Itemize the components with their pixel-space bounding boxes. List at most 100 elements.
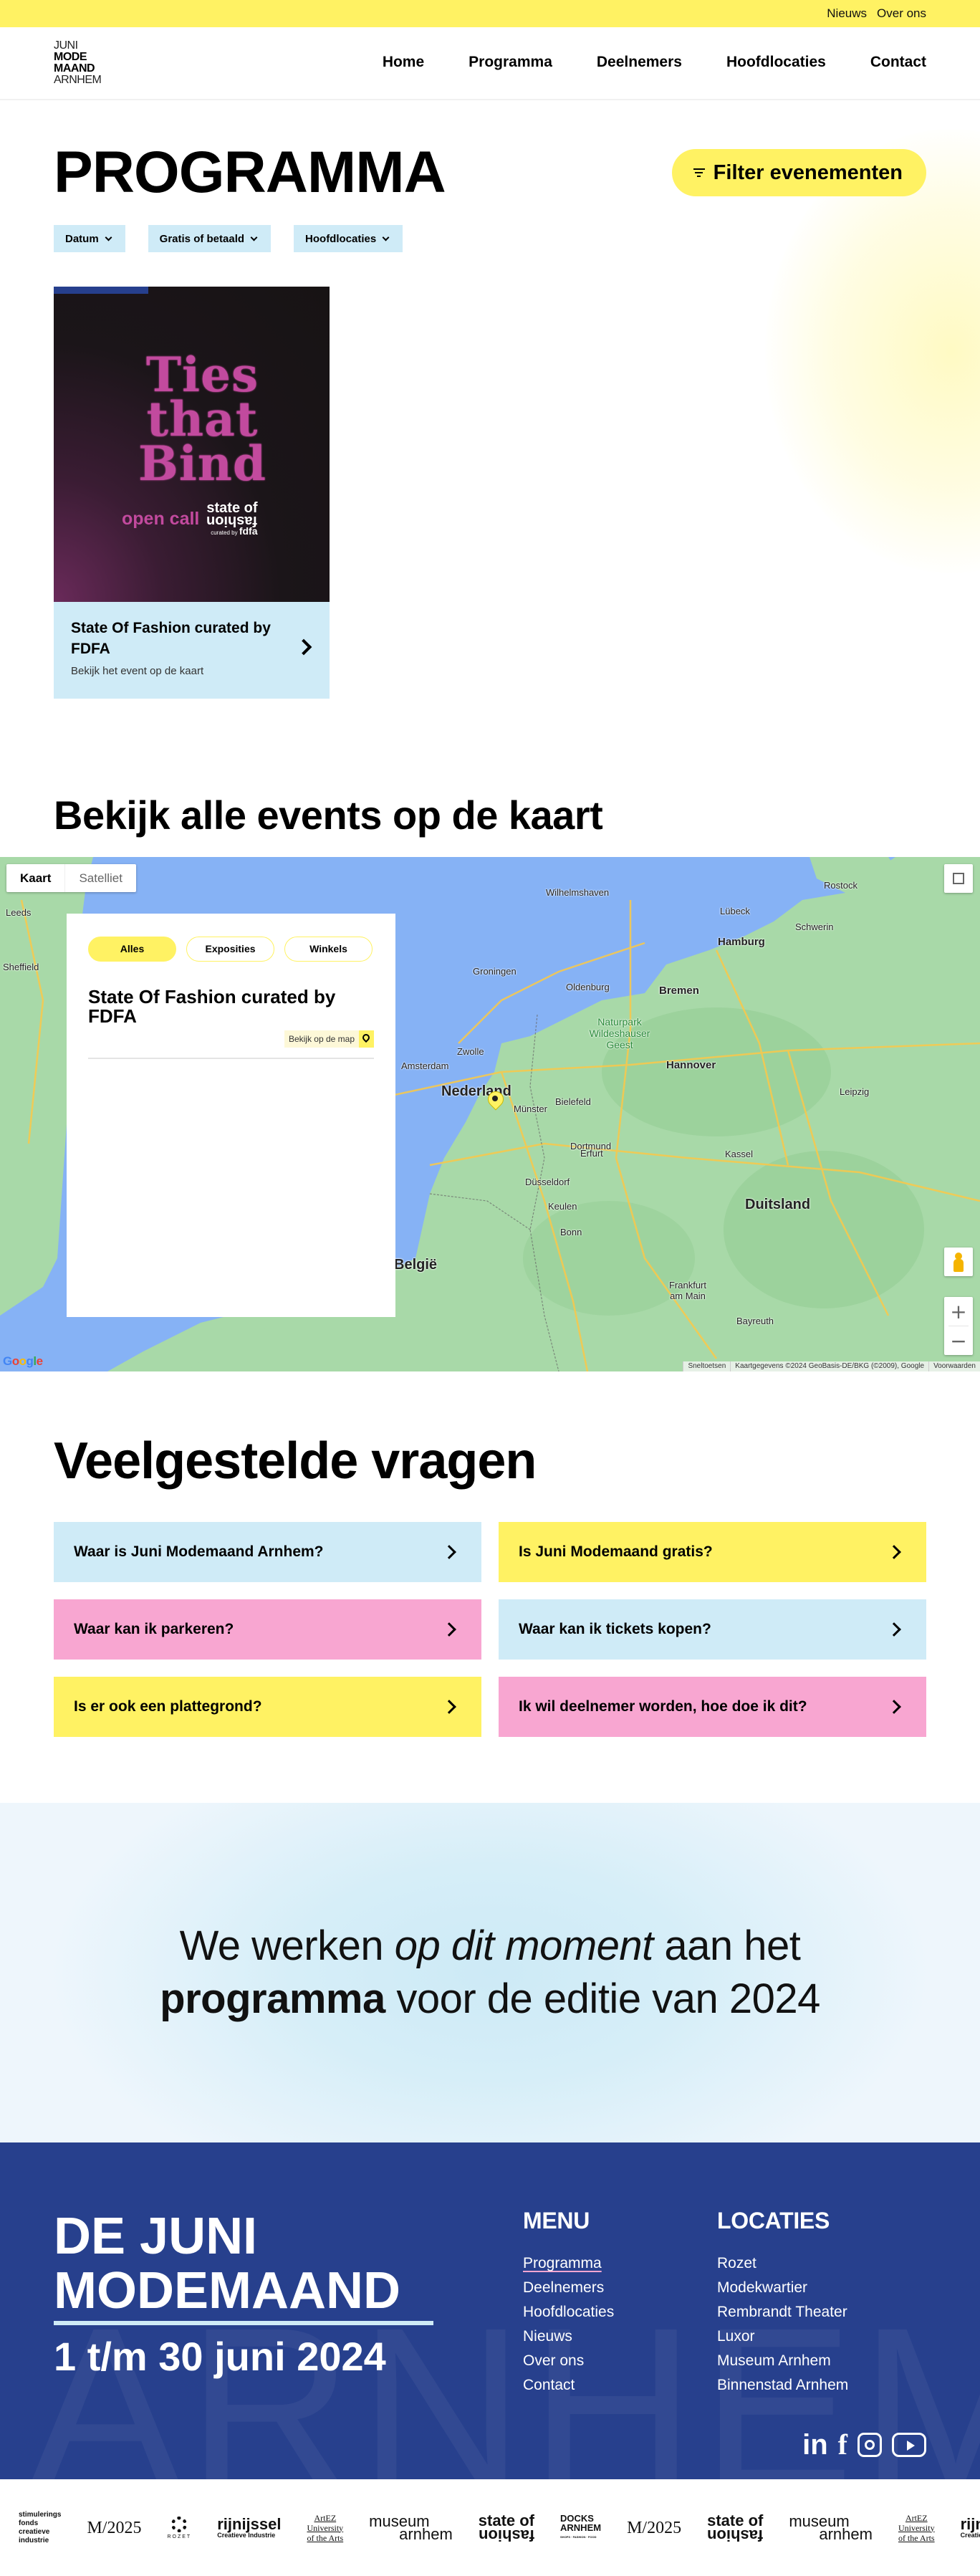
partner-logo-museum-arnhem[interactable]: museum arnhem — [789, 2513, 873, 2542]
filter-events-label: Filter evenementen — [713, 161, 903, 184]
footer-location-link[interactable]: Rozet — [717, 2251, 848, 2276]
partner-logo-rijnijssel[interactable]: rijnijsselCreatieve Industrie — [961, 2517, 980, 2539]
map-type-satelliet[interactable]: Satelliet — [64, 864, 135, 892]
social-links: in f — [802, 2431, 926, 2459]
faq-question: Waar is Juni Modemaand Arnhem? — [74, 1543, 324, 1560]
terms-link[interactable]: Voorwaarden — [928, 1361, 980, 1371]
map-type-kaart[interactable]: Kaart — [6, 864, 64, 892]
facebook-icon[interactable]: f — [838, 2431, 847, 2459]
footer-locaties: LOCATIES Rozet Modekwartier Rembrandt Th… — [717, 2208, 848, 2398]
nav-contact[interactable]: Contact — [870, 54, 926, 72]
poster-brand-flipped: fashion — [206, 513, 258, 529]
faq-item[interactable]: Ik wil deelnemer worden, hoe doe ik dit? — [499, 1677, 926, 1737]
topbar-link-over-ons[interactable]: Over ons — [877, 6, 926, 21]
footer-location-link[interactable]: Museum Arnhem — [717, 2349, 848, 2373]
footer-location-link[interactable]: Luxor — [717, 2324, 848, 2349]
notice-italic: op dit moment — [394, 1923, 654, 1969]
map-label-city: Kassel — [725, 1149, 754, 1159]
zoom-out-button[interactable]: − — [944, 1326, 973, 1355]
partner-logo-artez[interactable]: ArtEZ University of the Arts — [307, 2513, 344, 2543]
map-label-country: Duitsland — [745, 1197, 811, 1212]
nav-deelnemers[interactable]: Deelnemers — [597, 54, 682, 72]
faq-question: Is Juni Modemaand gratis? — [519, 1543, 713, 1560]
partner-logo-state-of-fashion[interactable]: state of fashion — [479, 2512, 534, 2544]
faq-item[interactable]: Is er ook een plattegrond? — [54, 1677, 481, 1737]
logo[interactable]: JUNI MODE MAAND ARNHEM — [54, 40, 102, 86]
map-label-city: Groningen — [473, 966, 517, 977]
partner-logo-state-of-fashion[interactable]: state of fashion — [707, 2512, 763, 2544]
nav-programma[interactable]: Programma — [466, 54, 554, 77]
map-marker-state-of-fashion[interactable] — [488, 1091, 502, 1111]
chevron-right-icon — [887, 1622, 901, 1637]
poster-open-call: open call — [122, 509, 200, 529]
page-title: PROGRAMMA — [54, 140, 446, 205]
faq-item[interactable]: Is Juni Modemaand gratis? — [499, 1522, 926, 1582]
map-attribution: Sneltoetsen Kaartgegevens ©2024 GeoBasis… — [683, 1361, 980, 1371]
events-map[interactable]: Nederland Duitsland België Hamburg Breme… — [0, 857, 980, 1371]
linkedin-icon[interactable]: in — [802, 2431, 828, 2459]
fullscreen-icon[interactable] — [944, 864, 973, 893]
partner-logo-museum-arnhem[interactable]: museum arnhem — [369, 2513, 453, 2542]
map-label-city: Rostock — [824, 880, 858, 891]
footer-link-contact[interactable]: Contact — [523, 2373, 614, 2398]
instagram-icon[interactable] — [858, 2433, 882, 2457]
main-nav: Home Programma Deelnemers Hoofdlocaties … — [383, 54, 926, 77]
partner-logo-rijnijssel[interactable]: rijnijsselCreatieve Industrie — [217, 2517, 281, 2539]
divider — [88, 1058, 374, 1059]
view-on-map-link[interactable]: Bekijk op de map — [88, 1030, 374, 1048]
map-type-toggle: Kaart Satelliet — [6, 864, 136, 892]
partner-logo-m2025[interactable]: M/2025 — [87, 2519, 141, 2537]
map-label-city: Sheffield — [3, 962, 39, 972]
faq-item[interactable]: Waar is Juni Modemaand Arnhem? — [54, 1522, 481, 1582]
filter-gratis-dropdown[interactable]: Gratis of betaald — [148, 225, 272, 252]
footer-link-deelnemers[interactable]: Deelnemers — [523, 2276, 614, 2300]
map-label-city: Wilhelmshaven — [546, 887, 610, 898]
partner-logo-rozet[interactable]: ROZET — [167, 2516, 191, 2539]
filter-datum-dropdown[interactable]: Datum — [54, 225, 125, 252]
nav-hoofdlocaties[interactable]: Hoofdlocaties — [726, 54, 826, 72]
partner-logo-docks-arnhem[interactable]: DOCKS ARNHEM SHOPS · FASHION · FOOD — [560, 2514, 601, 2542]
partner-logo-m2025[interactable]: M/2025 — [627, 2519, 681, 2537]
chevron-down-icon — [382, 234, 390, 241]
partner-logo-stimuleringsfonds[interactable]: stimulerings fonds creatieve industrie — [19, 2511, 61, 2545]
street-view-pegman-icon[interactable] — [944, 1248, 973, 1276]
logo-line-arnhem: ARNHEM — [54, 74, 102, 86]
footer-locaties-title: LOCATIES — [717, 2208, 830, 2233]
tab-exposities[interactable]: Exposities — [186, 937, 274, 962]
event-title: State Of Fashion curated by FDFA — [71, 620, 271, 657]
map-event-panel: Alles Exposities Winkels State Of Fashio… — [67, 914, 395, 1317]
footer-menu-title: MENU — [523, 2208, 590, 2233]
footer-link-programma[interactable]: Programma — [523, 2251, 614, 2276]
tab-winkels[interactable]: Winkels — [284, 937, 373, 962]
keyboard-shortcuts-link[interactable]: Sneltoetsen — [683, 1361, 730, 1371]
faq-item[interactable]: Waar kan ik tickets kopen? — [499, 1599, 926, 1660]
partner-logo-artez[interactable]: ArtEZ University of the Arts — [898, 2513, 935, 2543]
nav-home[interactable]: Home — [383, 54, 424, 72]
tab-alles[interactable]: Alles — [88, 937, 176, 962]
notice-highlight: programma — [158, 1973, 387, 2026]
map-zoom-control: + − — [944, 1297, 973, 1355]
panel-event-title: State Of Fashion curated by FDFA — [88, 986, 336, 1027]
faq-question: Waar kan ik tickets kopen? — [519, 1621, 711, 1637]
faq-question: Is er ook een plattegrond? — [74, 1698, 262, 1715]
chevron-right-icon — [442, 1622, 456, 1637]
utility-bar: Nieuws Over ons — [0, 0, 980, 27]
youtube-icon[interactable] — [892, 2433, 926, 2457]
filter-hoofdlocaties-dropdown[interactable]: Hoofdlocaties — [294, 225, 403, 252]
filter-events-button[interactable]: Filter evenementen — [671, 149, 926, 196]
map-label-city: Lübeck — [720, 906, 750, 916]
topbar-link-nieuws[interactable]: Nieuws — [827, 6, 867, 21]
faq-item[interactable]: Waar kan ik parkeren? — [54, 1599, 481, 1660]
footer-link-nieuws[interactable]: Nieuws — [523, 2324, 614, 2349]
footer-location-link[interactable]: Rembrandt Theater — [717, 2300, 848, 2324]
footer-link-hoofdlocaties[interactable]: Hoofdlocaties — [523, 2300, 614, 2324]
footer-location-link[interactable]: Binnenstad Arnhem — [717, 2373, 848, 2398]
footer-link-over-ons[interactable]: Over ons — [523, 2349, 614, 2373]
zoom-in-button[interactable]: + — [944, 1297, 973, 1326]
partner-logos: stimulerings fonds creatieve industrie M/20… — [0, 2479, 980, 2576]
map-category-tabs: Alles Exposities Winkels — [88, 937, 374, 962]
map-label-city: Oldenburg — [566, 982, 610, 992]
event-card[interactable]: Ties that Bind open call state of fashio… — [54, 287, 330, 699]
filter-chips: Datum Gratis of betaald Hoofdlocaties — [54, 225, 926, 252]
footer-location-link[interactable]: Modekwartier — [717, 2276, 848, 2300]
